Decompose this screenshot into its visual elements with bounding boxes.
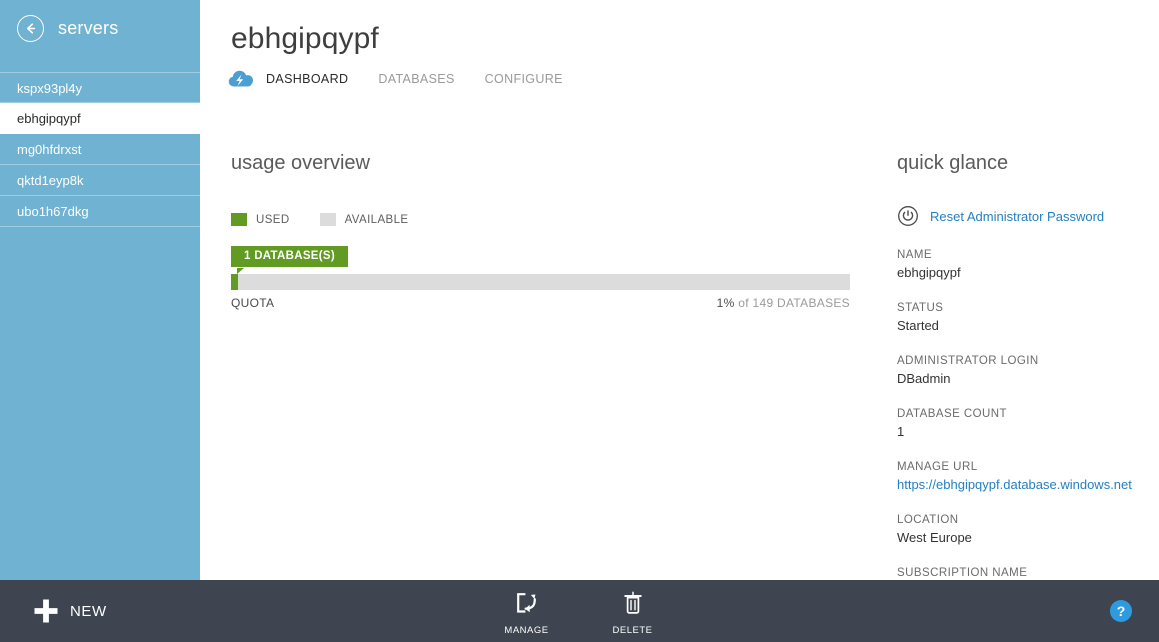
sidebar-item-ubo1h67dkg[interactable]: ubo1h67dkg xyxy=(0,196,200,227)
usage-overview-heading: usage overview xyxy=(231,152,370,174)
delete-button-label: DELETE xyxy=(612,625,653,636)
quick-glance-heading: quick glance xyxy=(897,152,1009,174)
quota-value: 1% of 149 DATABASES xyxy=(717,296,850,310)
page-title: ebhgipqypf xyxy=(231,22,379,55)
glance-field-label: NAME xyxy=(897,249,933,261)
glance-field-value: Started xyxy=(897,318,939,333)
quota-rest: of 149 DATABASES xyxy=(738,296,850,310)
tab-bar: DASHBOARD DATABASES CONFIGURE xyxy=(228,68,593,90)
glance-field: DATABASE COUNT 1 xyxy=(897,408,1159,439)
quota-percent: 1% xyxy=(716,296,735,310)
back-arrow-icon[interactable] xyxy=(17,14,44,42)
glance-field-value: 1 xyxy=(897,424,905,439)
glance-field-label: MANAGE URL xyxy=(897,461,978,473)
usage-legend: USED AVAILABLE xyxy=(231,213,851,226)
trash-icon xyxy=(623,590,643,616)
quota-label: QUOTA xyxy=(231,296,275,310)
sidebar-item-mg0hfdrxst[interactable]: mg0hfdrxst xyxy=(0,134,200,165)
sidebar: servers kspx93pl4y ebhgipqypf mg0hfdrxst qk… xyxy=(0,0,200,580)
manage-icon xyxy=(515,590,539,616)
legend-label-available: AVAILABLE xyxy=(344,213,409,226)
reset-password-icon xyxy=(897,205,919,227)
sidebar-item-kspx93pl4y[interactable]: kspx93pl4y xyxy=(0,72,200,103)
sql-database-cloud-icon xyxy=(228,68,254,90)
reset-administrator-password-link[interactable]: Reset Administrator Password xyxy=(930,209,1104,224)
bottom-command-bar: NEW MANAGE DELETE ? xyxy=(0,580,1159,642)
delete-button[interactable]: DELETE xyxy=(602,590,664,636)
sidebar-back-row[interactable]: servers xyxy=(0,0,200,56)
glance-field-link[interactable]: https://ebhgipqypf.database.windows.net xyxy=(897,477,1159,492)
tab-databases[interactable]: DATABASES xyxy=(378,72,454,86)
main-content: ebhgipqypf DASHBOARD DATABASES CONFIGURE… xyxy=(200,0,1159,580)
server-list: kspx93pl4y ebhgipqypf mg0hfdrxst qktd1eyp8k… xyxy=(0,72,200,227)
usage-callout-wrap: 1 DATABASE(S) xyxy=(231,246,851,274)
glance-field: NAME ebhgipqypf xyxy=(897,249,1159,280)
glance-field: MANAGE URL https://ebhgipqypf.database.wi… xyxy=(897,461,1159,492)
glance-field-label: SUBSCRIPTION NAME xyxy=(897,567,1028,579)
sidebar-back-label: servers xyxy=(58,17,119,38)
glance-field-label: LOCATION xyxy=(897,514,959,526)
glance-field-value: West Europe xyxy=(897,530,972,545)
quota-progress-bar xyxy=(231,274,850,290)
azure-portal-page: servers kspx93pl4y ebhgipqypf mg0hfdrxst qk… xyxy=(0,0,1159,642)
glance-field-label: DATABASE COUNT xyxy=(897,408,1008,420)
glance-field-label: ADMINISTRATOR LOGIN xyxy=(897,355,1039,367)
quota-footer: QUOTA 1% of 149 DATABASES xyxy=(231,296,850,310)
tab-dashboard[interactable]: DASHBOARD xyxy=(266,72,348,86)
glance-field: ADMINISTRATOR LOGIN DBadmin xyxy=(897,355,1159,386)
manage-button-label: MANAGE xyxy=(504,625,549,636)
command-group: MANAGE DELETE xyxy=(0,590,1159,636)
sidebar-item-qktd1eyp8k[interactable]: qktd1eyp8k xyxy=(0,165,200,196)
glance-field: SUBSCRIPTION NAME xyxy=(897,567,1159,579)
quota-progress-fill xyxy=(231,274,238,290)
glance-field-value: DBadmin xyxy=(897,371,951,386)
quick-glance-panel: quick glance Reset Administrator Passwor… xyxy=(897,152,1159,579)
legend-label-used: USED xyxy=(256,213,290,226)
glance-field-label: STATUS xyxy=(897,302,944,314)
quick-glance-fields: NAME ebhgipqypf STATUS Started ADMINISTRATOR… xyxy=(897,249,1159,579)
glance-field: STATUS Started xyxy=(897,302,1159,333)
sidebar-item-ebhgipqypf[interactable]: ebhgipqypf xyxy=(0,103,200,134)
glance-field: LOCATION West Europe xyxy=(897,514,1159,545)
legend-swatch-used xyxy=(231,213,247,226)
help-button[interactable]: ? xyxy=(1110,600,1132,622)
usage-overview-panel: usage overview USED AVAILABLE 1 DATABASE… xyxy=(231,152,851,310)
legend-swatch-available xyxy=(319,213,336,226)
glance-field-value: ebhgipqypf xyxy=(897,265,961,280)
manage-button[interactable]: MANAGE xyxy=(496,590,558,636)
usage-callout-label: 1 DATABASE(S) xyxy=(231,246,349,267)
reset-administrator-password-action[interactable]: Reset Administrator Password xyxy=(897,205,1159,227)
tab-configure[interactable]: CONFIGURE xyxy=(485,72,563,86)
